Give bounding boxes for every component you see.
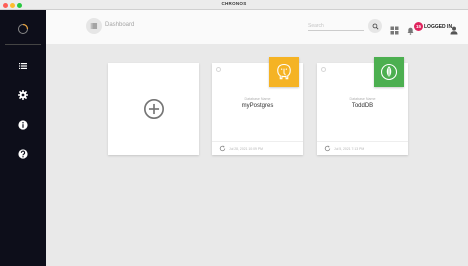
postgresql-badge [269, 57, 299, 87]
sidebar-item-info[interactable] [17, 119, 29, 131]
add-database-card[interactable] [108, 63, 199, 155]
window-titlebar: CHRONOS [0, 0, 468, 10]
top-header: Dashboard 15 LOGGED IN [46, 10, 468, 44]
sync-icon [219, 145, 226, 152]
grid-icon [390, 26, 399, 35]
bell-icon [407, 27, 414, 35]
card-footer: Jul 28, 2021 10:09 PM [212, 141, 303, 155]
user-status-label: LOGGED IN [424, 24, 453, 30]
database-name: myPostgres [241, 103, 274, 109]
last-updated-text: Jul 5, 2021 7:13 PM [334, 147, 365, 151]
select-radio[interactable] [216, 67, 221, 72]
search-input[interactable] [308, 21, 364, 31]
sidebar-item-help[interactable] [17, 148, 29, 160]
database-name-label: Database Name [244, 97, 271, 101]
mongodb-leaf-icon [380, 63, 398, 81]
app-logo-icon[interactable] [17, 22, 29, 34]
card-footer: Jul 5, 2021 7:13 PM [317, 141, 408, 155]
postgresql-elephant-icon [277, 63, 291, 80]
help-icon [18, 149, 28, 159]
user-menu-button[interactable] [450, 22, 458, 35]
search-icon [372, 23, 378, 29]
database-card[interactable]: Database Name ToddDB Jul 5, 2021 7:13 PM [317, 57, 408, 155]
database-name-label: Database Name [349, 97, 376, 101]
database-name: ToddDB [351, 103, 374, 109]
menu-button[interactable] [86, 18, 102, 34]
grid-view-button[interactable] [390, 22, 399, 35]
select-radio[interactable] [321, 67, 326, 72]
sidebar-divider [5, 44, 41, 45]
sidebar [0, 10, 46, 266]
add-circle-icon [143, 99, 164, 119]
sync-icon [324, 145, 331, 152]
list-icon [90, 23, 98, 29]
last-updated-text: Jul 28, 2021 10:09 PM [229, 147, 263, 151]
info-icon [18, 120, 28, 130]
window-title: CHRONOS [221, 1, 247, 6]
sidebar-item-list[interactable] [17, 60, 29, 72]
database-card[interactable]: Database Name myPostgres Jul 28, 2021 10… [212, 57, 303, 155]
notifications-button[interactable] [407, 22, 414, 35]
notification-count-badge: 15 [414, 22, 423, 31]
breadcrumb[interactable]: Dashboard [105, 22, 134, 28]
mongodb-badge [374, 57, 404, 87]
list-icon [19, 63, 27, 69]
gear-icon [18, 90, 28, 100]
user-icon [450, 26, 458, 35]
search-button[interactable] [368, 19, 382, 33]
sidebar-item-settings[interactable] [17, 89, 29, 101]
